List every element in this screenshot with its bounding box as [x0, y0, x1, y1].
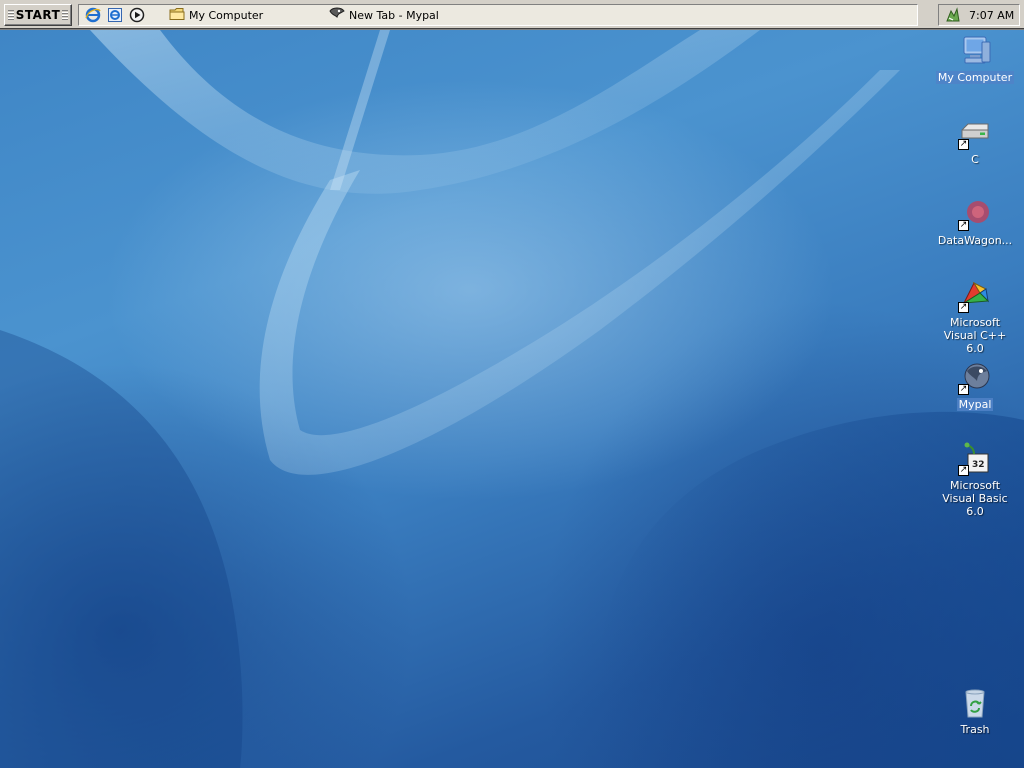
- datawagon-icon: ↗: [958, 197, 992, 231]
- desktop-wallpaper: [0, 30, 1024, 768]
- desktop-icon-c[interactable]: ↗ C: [933, 116, 1017, 166]
- start-grip-left: [7, 10, 14, 20]
- desktop-icon-label: C: [971, 153, 979, 166]
- shortcut-arrow-icon: ↗: [958, 465, 969, 476]
- internet-explorer-icon[interactable]: [85, 7, 101, 23]
- trash-icon: [958, 686, 992, 720]
- ie-page-icon[interactable]: [107, 7, 123, 23]
- clock: 7:07 AM: [969, 9, 1015, 22]
- shortcut-arrow-icon: ↗: [958, 302, 969, 313]
- task-my-computer[interactable]: My Computer: [169, 6, 263, 24]
- start-label: START: [15, 8, 61, 22]
- taskbar: START My Computer New Tab - Mypal 7:07 A…: [0, 0, 1024, 30]
- desktop-icon-visual-cpp[interactable]: ↗ Microsoft Visual C++ 6.0: [933, 279, 1017, 355]
- desktop-icon-my-computer[interactable]: My Computer: [933, 34, 1017, 84]
- task-label: New Tab - Mypal: [349, 8, 439, 22]
- desktop-icon-label: DataWagon...: [937, 234, 1013, 247]
- start-button[interactable]: START: [4, 4, 72, 26]
- visual-cpp-icon: ↗: [958, 279, 992, 313]
- mypal-icon: [329, 7, 345, 24]
- visual-basic-icon: 32 ↗: [958, 442, 992, 476]
- task-mypal[interactable]: New Tab - Mypal: [329, 6, 439, 24]
- svg-text:32: 32: [972, 460, 985, 470]
- wallpaper-waves: [0, 30, 1024, 768]
- drive-icon: ↗: [958, 116, 992, 150]
- shortcut-arrow-icon: ↗: [958, 139, 969, 150]
- start-grip-right: [62, 10, 69, 20]
- desktop-icon-label: Mypal: [956, 398, 994, 411]
- task-label: My Computer: [189, 8, 264, 22]
- desktop-icon-label: Trash: [960, 723, 990, 736]
- desktop-icon-label: Microsoft Visual C++ 6.0: [943, 316, 1007, 355]
- folder-icon: [169, 7, 185, 24]
- desktop-icon-label: My Computer: [935, 71, 1015, 84]
- system-tray: 7:07 AM: [938, 4, 1020, 26]
- task-area: My Computer New Tab - Mypal: [78, 4, 918, 26]
- desktop-icon-trash[interactable]: Trash: [933, 686, 1017, 736]
- my-computer-icon: [958, 34, 992, 68]
- desktop-icon-visual-basic[interactable]: 32 ↗ Microsoft Visual Basic 6.0: [933, 442, 1017, 518]
- shortcut-arrow-icon: ↗: [958, 220, 969, 231]
- media-player-icon[interactable]: [129, 7, 145, 23]
- network-icon[interactable]: [945, 7, 961, 26]
- desktop-icon-label: Microsoft Visual Basic 6.0: [942, 479, 1008, 518]
- mypal-icon: ↗: [958, 361, 992, 395]
- desktop-icon-mypal[interactable]: ↗ Mypal: [933, 361, 1017, 411]
- shortcut-arrow-icon: ↗: [958, 384, 969, 395]
- desktop-icon-datawagon[interactable]: ↗ DataWagon...: [933, 197, 1017, 247]
